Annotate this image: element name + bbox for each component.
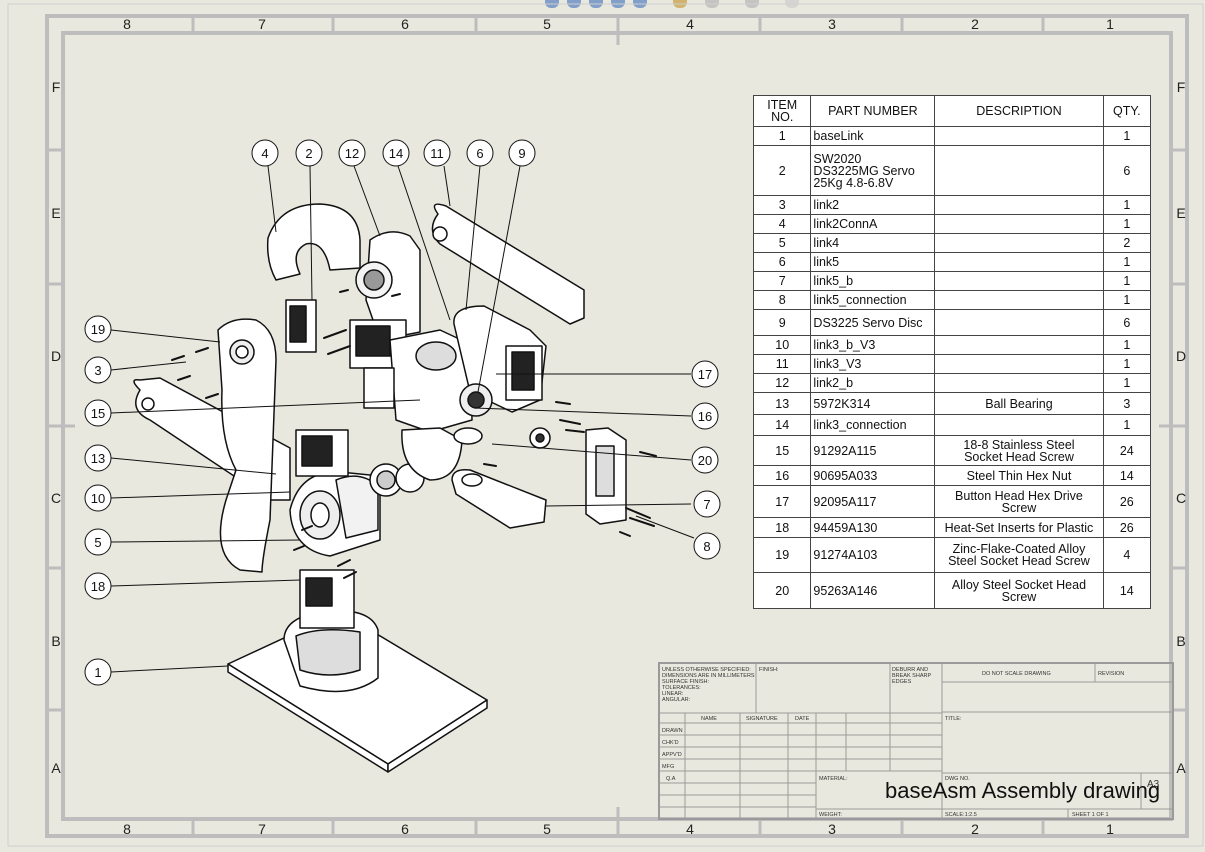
drawing-sheet: 8877665544332211FFEEDDCCBBAA 4 2 12 14 1…	[0, 0, 1205, 852]
weight-label: WEIGHT:	[819, 812, 842, 818]
sheet-label: SHEET 1 OF 1	[1072, 812, 1109, 818]
do-not-scale-note: DO NOT SCALE DRAWING	[982, 671, 1051, 677]
signature-column-label: SIGNATURE	[746, 716, 778, 722]
mfg-row-label: MFG	[662, 764, 675, 770]
qa-row-label: Q.A	[666, 776, 676, 782]
title-block-grid	[658, 662, 1174, 820]
checked-row-label: CHK'D	[662, 740, 679, 746]
approved-row-label: APPV'D	[662, 752, 682, 758]
title-label: TITLE:	[945, 716, 962, 722]
finish-label: FINISH:	[759, 667, 779, 673]
date-column-label: DATE	[795, 716, 810, 722]
drawn-row-label: DRAWN	[662, 728, 683, 734]
name-column-label: NAME	[701, 716, 717, 722]
material-label: MATERIAL:	[819, 776, 848, 782]
scale-label: SCALE:1:2.5	[945, 812, 977, 818]
revision-label: REVISION	[1098, 671, 1125, 677]
drawing-title: baseAsm Assembly drawing	[885, 778, 1161, 803]
deburr-note: DEBURR AND BREAK SHARP EDGES	[892, 667, 932, 685]
general-notes: UNLESS OTHERWISE SPECIFIED: DIMENSIONS A…	[662, 667, 755, 703]
